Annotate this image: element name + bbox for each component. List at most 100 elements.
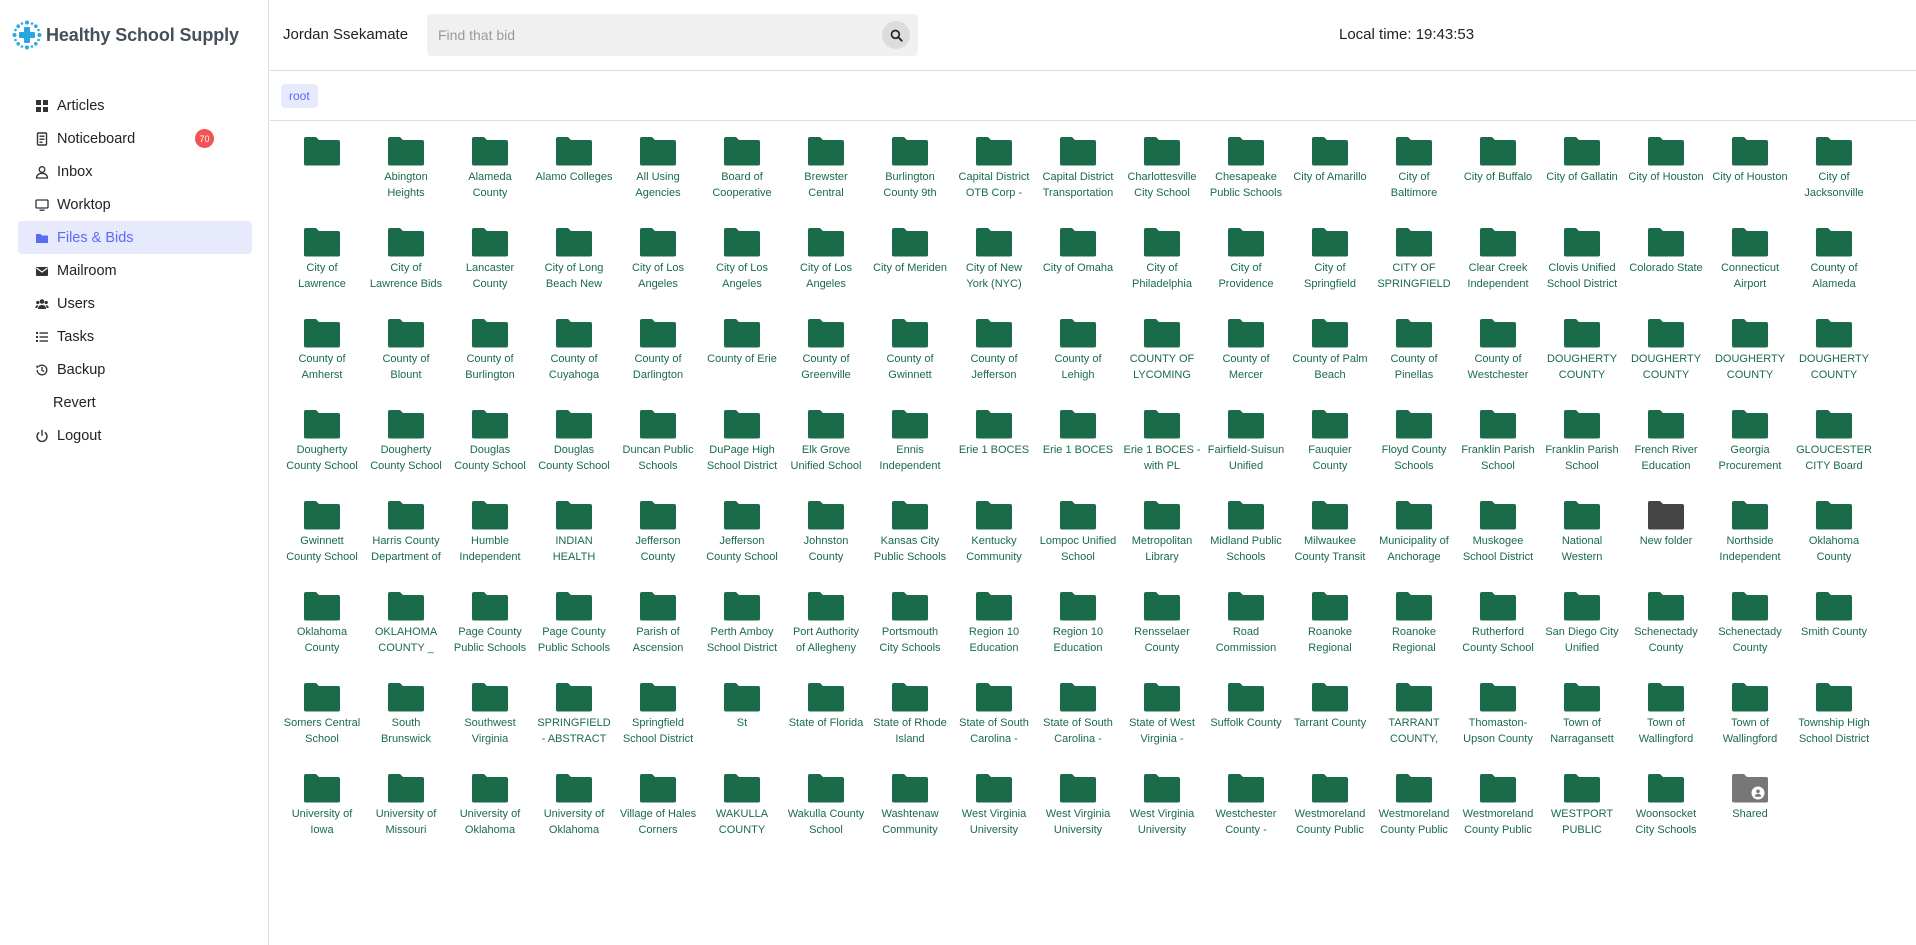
folder-item[interactable]: Franklin Parish School xyxy=(1456,403,1540,494)
folder-item[interactable]: Port Authority of Allegheny xyxy=(784,585,868,676)
folder-item[interactable]: Georgia Procurement xyxy=(1708,403,1792,494)
folder-item[interactable]: Rensselaer County xyxy=(1120,585,1204,676)
folder-item[interactable]: City of Jacksonville xyxy=(1792,130,1876,221)
folder-item[interactable]: OKLAHOMA COUNTY _ xyxy=(364,585,448,676)
folder-item[interactable]: Portsmouth City Schools xyxy=(868,585,952,676)
folder-item[interactable]: Roanoke Regional xyxy=(1288,585,1372,676)
folder-item[interactable]: Dougherty County School xyxy=(364,403,448,494)
brand[interactable]: Healthy School Supply xyxy=(11,18,239,52)
folder-item[interactable]: Region 10 Education xyxy=(952,585,1036,676)
sidebar-item-logout[interactable]: Logout xyxy=(18,419,252,452)
folder-item[interactable]: West Virginia University xyxy=(952,767,1036,858)
folder-item[interactable]: County of Gwinnett xyxy=(868,312,952,403)
folder-item[interactable]: Town of Wallingford xyxy=(1624,676,1708,767)
folder-item[interactable]: Harris County Department of xyxy=(364,494,448,585)
folder-item[interactable]: Erie 1 BOCES - with PL xyxy=(1120,403,1204,494)
folder-item[interactable]: Colorado State xyxy=(1624,221,1708,312)
folder-item[interactable]: CITY OF SPRINGFIELD xyxy=(1372,221,1456,312)
sidebar-item-users[interactable]: Users xyxy=(18,287,252,320)
folder-item[interactable]: GLOUCESTER CITY Board xyxy=(1792,403,1876,494)
sidebar-item-backup[interactable]: Backup xyxy=(18,353,252,386)
folder-item[interactable]: Westmoreland County Public xyxy=(1372,767,1456,858)
sidebar-item-worktop[interactable]: Worktop xyxy=(18,188,252,221)
folder-item[interactable]: Douglas County School xyxy=(532,403,616,494)
folder-item[interactable]: Page County Public Schools xyxy=(448,585,532,676)
folder-item[interactable]: Burlington County 9th xyxy=(868,130,952,221)
folder-item[interactable]: St xyxy=(700,676,784,767)
folder-item[interactable]: Oklahoma County xyxy=(1792,494,1876,585)
folder-item[interactable]: Jefferson County xyxy=(616,494,700,585)
sidebar-item-mailroom[interactable]: Mailroom xyxy=(18,254,252,287)
folder-item[interactable]: County of Lehigh xyxy=(1036,312,1120,403)
folder-item[interactable]: All Using Agencies xyxy=(616,130,700,221)
sidebar-item-tasks[interactable]: Tasks xyxy=(18,320,252,353)
folder-item[interactable]: City of Los Angeles xyxy=(616,221,700,312)
folder-item[interactable]: County of Amherst xyxy=(280,312,364,403)
folder-item[interactable]: City of Gallatin xyxy=(1540,130,1624,221)
folder-item[interactable]: County of Darlington xyxy=(616,312,700,403)
folder-item[interactable]: Page County Public Schools xyxy=(532,585,616,676)
folder-item[interactable]: Clear Creek Independent xyxy=(1456,221,1540,312)
folder-item[interactable]: County of Erie xyxy=(700,312,784,403)
folder-item[interactable]: Town of Wallingford xyxy=(1708,676,1792,767)
folder-item[interactable]: Oklahoma County xyxy=(280,585,364,676)
folder-item[interactable]: Humble Independent xyxy=(448,494,532,585)
folder-item[interactable]: Schenectady County xyxy=(1708,585,1792,676)
sidebar-item-inbox[interactable]: Inbox xyxy=(18,155,252,188)
shared-folder[interactable]: Shared xyxy=(1708,767,1792,858)
folder-item[interactable]: Erie 1 BOCES xyxy=(1036,403,1120,494)
folder-item[interactable]: Lancaster County xyxy=(448,221,532,312)
folder-item[interactable]: Board of Cooperative xyxy=(700,130,784,221)
folder-item[interactable]: Jefferson County School xyxy=(700,494,784,585)
folder-item[interactable]: Johnston County xyxy=(784,494,868,585)
folder-item[interactable]: Westchester County - xyxy=(1204,767,1288,858)
folder-item[interactable]: Roanoke Regional xyxy=(1372,585,1456,676)
sidebar-item-articles[interactable]: Articles xyxy=(18,89,252,122)
folder-item[interactable]: DOUGHERTY COUNTY xyxy=(1792,312,1876,403)
folder-item[interactable]: Brewster Central xyxy=(784,130,868,221)
folder-item[interactable]: Township High School District xyxy=(1792,676,1876,767)
folder-item[interactable]: City of Lawrence xyxy=(280,221,364,312)
folder-item[interactable]: Kentucky Community xyxy=(952,494,1036,585)
folder-item[interactable]: French River Education xyxy=(1624,403,1708,494)
folder-item[interactable]: Municipality of Anchorage xyxy=(1372,494,1456,585)
folder-item[interactable]: City of Omaha xyxy=(1036,221,1120,312)
folder-item[interactable]: Alameda County xyxy=(448,130,532,221)
folder-item[interactable]: County of Alameda xyxy=(1792,221,1876,312)
folder-item[interactable]: Floyd County Schools xyxy=(1372,403,1456,494)
folder-item[interactable]: City of Houston xyxy=(1708,130,1792,221)
folder-item[interactable]: Southwest Virginia xyxy=(448,676,532,767)
sidebar-item-noticeboard[interactable]: Noticeboard 70 xyxy=(18,122,252,155)
search-button[interactable] xyxy=(882,21,910,49)
folder-item[interactable]: WESTPORT PUBLIC xyxy=(1540,767,1624,858)
folder-item[interactable]: West Virginia University xyxy=(1120,767,1204,858)
folder-item[interactable]: Midland Public Schools xyxy=(1204,494,1288,585)
folder-item[interactable]: Woonsocket City Schools xyxy=(1624,767,1708,858)
folder-item[interactable]: City of New York (NYC) xyxy=(952,221,1036,312)
folder-item[interactable]: Fauquier County xyxy=(1288,403,1372,494)
folder-item[interactable]: Capital District Transportation xyxy=(1036,130,1120,221)
folder-item[interactable]: Clovis Unified School District xyxy=(1540,221,1624,312)
folder-item[interactable]: Fairfield-Suisun Unified xyxy=(1204,403,1288,494)
folder-item[interactable]: Region 10 Education xyxy=(1036,585,1120,676)
folder-item[interactable]: County of Burlington xyxy=(448,312,532,403)
folder-item[interactable]: Somers Central School xyxy=(280,676,364,767)
folder-item[interactable]: City of Los Angeles xyxy=(700,221,784,312)
folder-item[interactable]: City of Providence xyxy=(1204,221,1288,312)
folder-item[interactable]: County of Blount xyxy=(364,312,448,403)
folder-item[interactable]: WAKULLA COUNTY xyxy=(700,767,784,858)
folder-item[interactable]: Ennis Independent xyxy=(868,403,952,494)
folder-item[interactable]: University of Iowa xyxy=(280,767,364,858)
folder-item[interactable]: University of Oklahoma xyxy=(532,767,616,858)
folder-item[interactable]: State of South Carolina - xyxy=(952,676,1036,767)
folder-item[interactable]: West Virginia University xyxy=(1036,767,1120,858)
folder-item[interactable]: County of Cuyahoga xyxy=(532,312,616,403)
folder-item[interactable]: Milwaukee County Transit xyxy=(1288,494,1372,585)
folder-item[interactable]: City of Springfield xyxy=(1288,221,1372,312)
folder-item[interactable]: City of Houston xyxy=(1624,130,1708,221)
folder-item[interactable]: Erie 1 BOCES xyxy=(952,403,1036,494)
folder-item[interactable]: City of Meriden xyxy=(868,221,952,312)
folder-item[interactable] xyxy=(280,130,364,221)
folder-item[interactable]: DuPage High School District xyxy=(700,403,784,494)
folder-item[interactable]: Franklin Parish School xyxy=(1540,403,1624,494)
